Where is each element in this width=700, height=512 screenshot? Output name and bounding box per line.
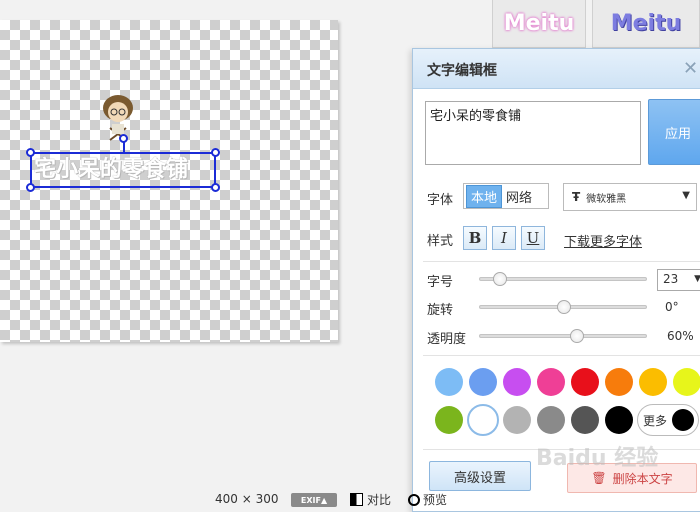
- size-value: 23: [663, 272, 679, 286]
- color-swatch[interactable]: [605, 368, 633, 396]
- size-slider-thumb[interactable]: [493, 272, 508, 286]
- text-edit-panel: 文字编辑框 ✕ 应用 字体 本地 网络 Ŧ 微软雅黑 ▼ 样式 B I U 下载…: [412, 48, 700, 512]
- image-height: 300: [255, 492, 279, 506]
- preview-label: 预览: [423, 493, 448, 507]
- font-source-local[interactable]: 本地: [466, 184, 503, 208]
- text-style-tab-purple[interactable]: Meitu: [592, 0, 700, 48]
- font-source-toggle: 本地 网络: [463, 183, 549, 209]
- chevron-down-icon: ▼: [682, 190, 690, 201]
- compare-icon: [350, 493, 363, 506]
- status-bar: 400 × 300 EXIF▲ 对比 预览: [0, 490, 700, 512]
- opacity-slider-thumb[interactable]: [570, 329, 585, 343]
- text-selection-box[interactable]: 宅小呆的零食铺: [26, 134, 220, 192]
- color-swatch[interactable]: [571, 368, 599, 396]
- divider: [423, 261, 700, 262]
- color-swatch[interactable]: [503, 406, 531, 434]
- chevron-down-icon: ▼: [694, 274, 700, 284]
- delete-text-label: 删除本文字: [612, 471, 673, 486]
- color-swatch[interactable]: [605, 406, 633, 434]
- times-sign: ×: [241, 492, 252, 506]
- text-input[interactable]: [425, 101, 641, 165]
- size-slider[interactable]: [479, 272, 647, 286]
- font-name: 微软雅黑: [586, 193, 627, 205]
- compare-button[interactable]: 对比: [350, 491, 391, 508]
- tab-label: Meitu: [503, 11, 575, 36]
- rotate-label: 旋转: [427, 303, 454, 318]
- advanced-settings-button[interactable]: 高级设置: [429, 461, 531, 491]
- more-colors-button[interactable]: 更多: [637, 404, 699, 436]
- current-color-swatch: [672, 409, 694, 431]
- close-icon[interactable]: ✕: [683, 58, 698, 79]
- exif-button[interactable]: EXIF▲: [291, 493, 337, 507]
- rotate-slider-thumb[interactable]: [557, 300, 571, 314]
- size-label: 字号: [427, 275, 454, 290]
- font-icon: Ŧ: [572, 190, 581, 204]
- image-width: 400: [215, 492, 238, 506]
- size-select[interactable]: 23 ▼: [657, 269, 700, 291]
- cartoon-sticker[interactable]: [98, 94, 138, 154]
- color-swatch[interactable]: [537, 406, 565, 434]
- magnifier-icon: [408, 493, 420, 506]
- compare-label: 对比: [367, 493, 392, 507]
- panel-title: 文字编辑框: [427, 63, 497, 79]
- color-swatch[interactable]: [639, 368, 667, 396]
- color-swatch[interactable]: [469, 368, 497, 396]
- color-swatch[interactable]: [435, 406, 463, 434]
- style-label: 样式: [427, 234, 454, 249]
- divider: [423, 449, 700, 450]
- color-swatch[interactable]: [503, 368, 531, 396]
- opacity-slider[interactable]: [479, 329, 647, 343]
- image-dimensions: 400 × 300: [215, 492, 279, 506]
- font-source-web[interactable]: 网络: [502, 186, 536, 207]
- rotate-handle[interactable]: [119, 134, 128, 143]
- font-label: 字体: [427, 193, 454, 208]
- text-style-tab-pink[interactable]: Meitu: [492, 0, 586, 48]
- canvas-text: 宅小呆的零食铺: [34, 157, 189, 182]
- italic-button[interactable]: I: [492, 226, 516, 250]
- underline-button[interactable]: U: [521, 226, 545, 250]
- color-swatch[interactable]: [435, 368, 463, 396]
- trash-icon: 🗑: [591, 471, 607, 485]
- opacity-label: 透明度: [427, 332, 467, 347]
- more-colors-label: 更多: [643, 413, 668, 428]
- font-select[interactable]: Ŧ 微软雅黑 ▼: [563, 183, 697, 211]
- resize-handle-tr[interactable]: [211, 148, 220, 157]
- preview-button[interactable]: 预览: [408, 491, 447, 508]
- opacity-value: 60%: [667, 329, 694, 343]
- color-swatch[interactable]: [537, 368, 565, 396]
- download-more-fonts-link[interactable]: 下载更多字体: [564, 231, 642, 250]
- resize-handle-bl[interactable]: [26, 183, 35, 192]
- resize-handle-br[interactable]: [211, 183, 220, 192]
- rotate-slider[interactable]: [479, 300, 647, 314]
- resize-handle-tl[interactable]: [26, 148, 35, 157]
- panel-header: 文字编辑框 ✕: [413, 49, 700, 89]
- bold-button[interactable]: B: [463, 226, 487, 250]
- apply-button[interactable]: 应用: [648, 99, 700, 165]
- delete-text-button[interactable]: 🗑 删除本文字: [567, 463, 697, 493]
- color-swatch-selected[interactable]: [467, 404, 499, 436]
- image-canvas[interactable]: 宅小呆的零食铺: [0, 20, 338, 342]
- divider: [423, 355, 700, 356]
- color-swatch[interactable]: [571, 406, 599, 434]
- rotate-value: 0°: [665, 300, 679, 314]
- color-swatch[interactable]: [673, 368, 700, 396]
- tab-label: Meitu: [610, 11, 682, 36]
